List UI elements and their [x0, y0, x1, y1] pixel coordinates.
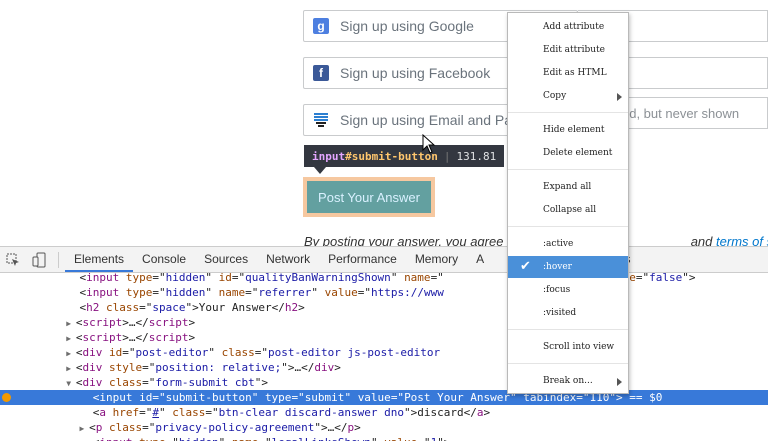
menu-item-expand-all[interactable]: Expand all [508, 176, 628, 198]
dom-node-selected[interactable]: <input id="submit-button" type="submit" … [0, 390, 768, 405]
google-icon: g [313, 18, 329, 34]
menu-item-delete-element[interactable]: Delete element [508, 142, 628, 164]
facebook-icon: f [313, 65, 329, 81]
menu-item-label: Add attribute [543, 22, 605, 32]
menu-separator [508, 363, 628, 364]
dom-node[interactable]: ▶ <div style="position: relative;">…</di… [0, 360, 768, 375]
dom-tree: <input type="hidden" id="qualityBanWarni… [0, 270, 768, 441]
menu-item-label: Expand all [543, 182, 592, 192]
menu-separator [508, 329, 628, 330]
dom-node[interactable]: ▶ <p class="privacy-policy-agreement">…<… [0, 420, 768, 435]
menu-item-label: :active [543, 239, 574, 249]
context-menu: Add attribute Edit attribute Edit as HTML C… [507, 12, 629, 394]
menu-item-visited[interactable]: :visited [508, 302, 628, 324]
tab-console[interactable]: Console [133, 247, 195, 272]
signup-google-label: Sign up using Google [340, 18, 474, 34]
menu-item-copy[interactable]: Copy [508, 85, 628, 107]
submenu-arrow-icon [617, 378, 622, 386]
menu-item-label: :visited [543, 308, 577, 318]
signup-facebook-label: Sign up using Facebook [340, 65, 491, 81]
menu-separator [508, 169, 628, 170]
menu-separator [508, 226, 628, 227]
inspect-highlight: Post Your Answer [303, 177, 435, 217]
device-toggle-icon[interactable] [26, 247, 52, 272]
menu-item-focus[interactable]: :focus [508, 279, 628, 301]
tooltip-tag: input [312, 149, 346, 163]
menu-item-label: Hide element [543, 125, 605, 135]
menu-item-label: :focus [543, 285, 571, 295]
dom-node[interactable]: <input type="hidden" name="legalLinksSho… [0, 435, 768, 441]
menu-item-label: Copy [543, 91, 567, 101]
tooltip-separator: | [443, 149, 451, 163]
menu-item-hover[interactable]: :hover ✔ [508, 256, 628, 278]
devtools-toolbar: Elements Console Sources Network Perform… [0, 246, 768, 273]
submenu-arrow-icon [617, 93, 622, 101]
tab-network[interactable]: Network [257, 247, 319, 272]
tooltip-arrow [314, 167, 326, 174]
email-stack-icon [313, 112, 329, 128]
dom-node[interactable]: <input type="hidden" id="qualityBanWarni… [0, 270, 768, 285]
menu-item-edit-as-html[interactable]: Edit as HTML [508, 62, 628, 84]
dom-node[interactable]: ▶ <script>…</script> [0, 315, 768, 330]
post-answer-button[interactable]: Post Your Answer [307, 181, 431, 213]
menu-item-add-attribute[interactable]: Add attribute [508, 16, 628, 38]
tooltip-size: 131.81 [456, 149, 497, 163]
tab-sources[interactable]: Sources [195, 247, 257, 272]
dom-node[interactable]: <h2 class="space">Your Answer</h2> [0, 300, 768, 315]
menu-item-edit-attribute[interactable]: Edit attribute [508, 39, 628, 61]
menu-item-label: :hover [543, 262, 572, 272]
menu-item-label: Break on... [543, 376, 593, 386]
checkmark-icon: ✔ [520, 259, 531, 274]
menu-item-label: Collapse all [543, 205, 597, 215]
mouse-cursor-icon [422, 134, 436, 154]
inspect-cursor-icon[interactable] [0, 247, 26, 272]
menu-item-label: Delete element [543, 148, 613, 158]
dom-node[interactable]: ▼ <div class="form-submit cbt"> [0, 375, 768, 390]
menu-item-label: Edit attribute [543, 45, 605, 55]
menu-item-active[interactable]: :active [508, 233, 628, 255]
toolbar-divider [58, 251, 59, 268]
dom-node[interactable]: <a href="#" class="btn-clear discard-ans… [0, 405, 768, 420]
dom-node[interactable]: ▶ <div id="post-editor" class="post-edit… [0, 345, 768, 360]
selected-node-marker [2, 393, 11, 402]
inspect-tooltip: input #submit-button | 131.81 [304, 145, 505, 167]
tab-elements[interactable]: Elements [65, 247, 134, 272]
tab-application[interactable]: A [467, 247, 493, 272]
menu-item-collapse-all[interactable]: Collapse all [508, 199, 628, 221]
screen: g Sign up using Google f Sign up using F… [0, 0, 768, 441]
menu-separator [508, 112, 628, 113]
dom-node[interactable]: ▶ <script>…</script> [0, 330, 768, 345]
menu-item-label: Edit as HTML [543, 68, 607, 78]
signup-email-label: Sign up using Email and Pas [340, 112, 519, 128]
menu-item-scroll-into-view[interactable]: Scroll into view [508, 336, 628, 358]
menu-item-hide-element[interactable]: Hide element [508, 119, 628, 141]
tab-memory[interactable]: Memory [406, 247, 467, 272]
menu-item-label: Scroll into view [543, 342, 615, 352]
dom-node[interactable]: <input type="hidden" name="referrer" val… [0, 285, 768, 300]
tab-performance[interactable]: Performance [319, 247, 406, 272]
menu-item-break-on[interactable]: Break on... [508, 370, 628, 392]
email-hint-text: ed, but never shown [622, 106, 740, 121]
